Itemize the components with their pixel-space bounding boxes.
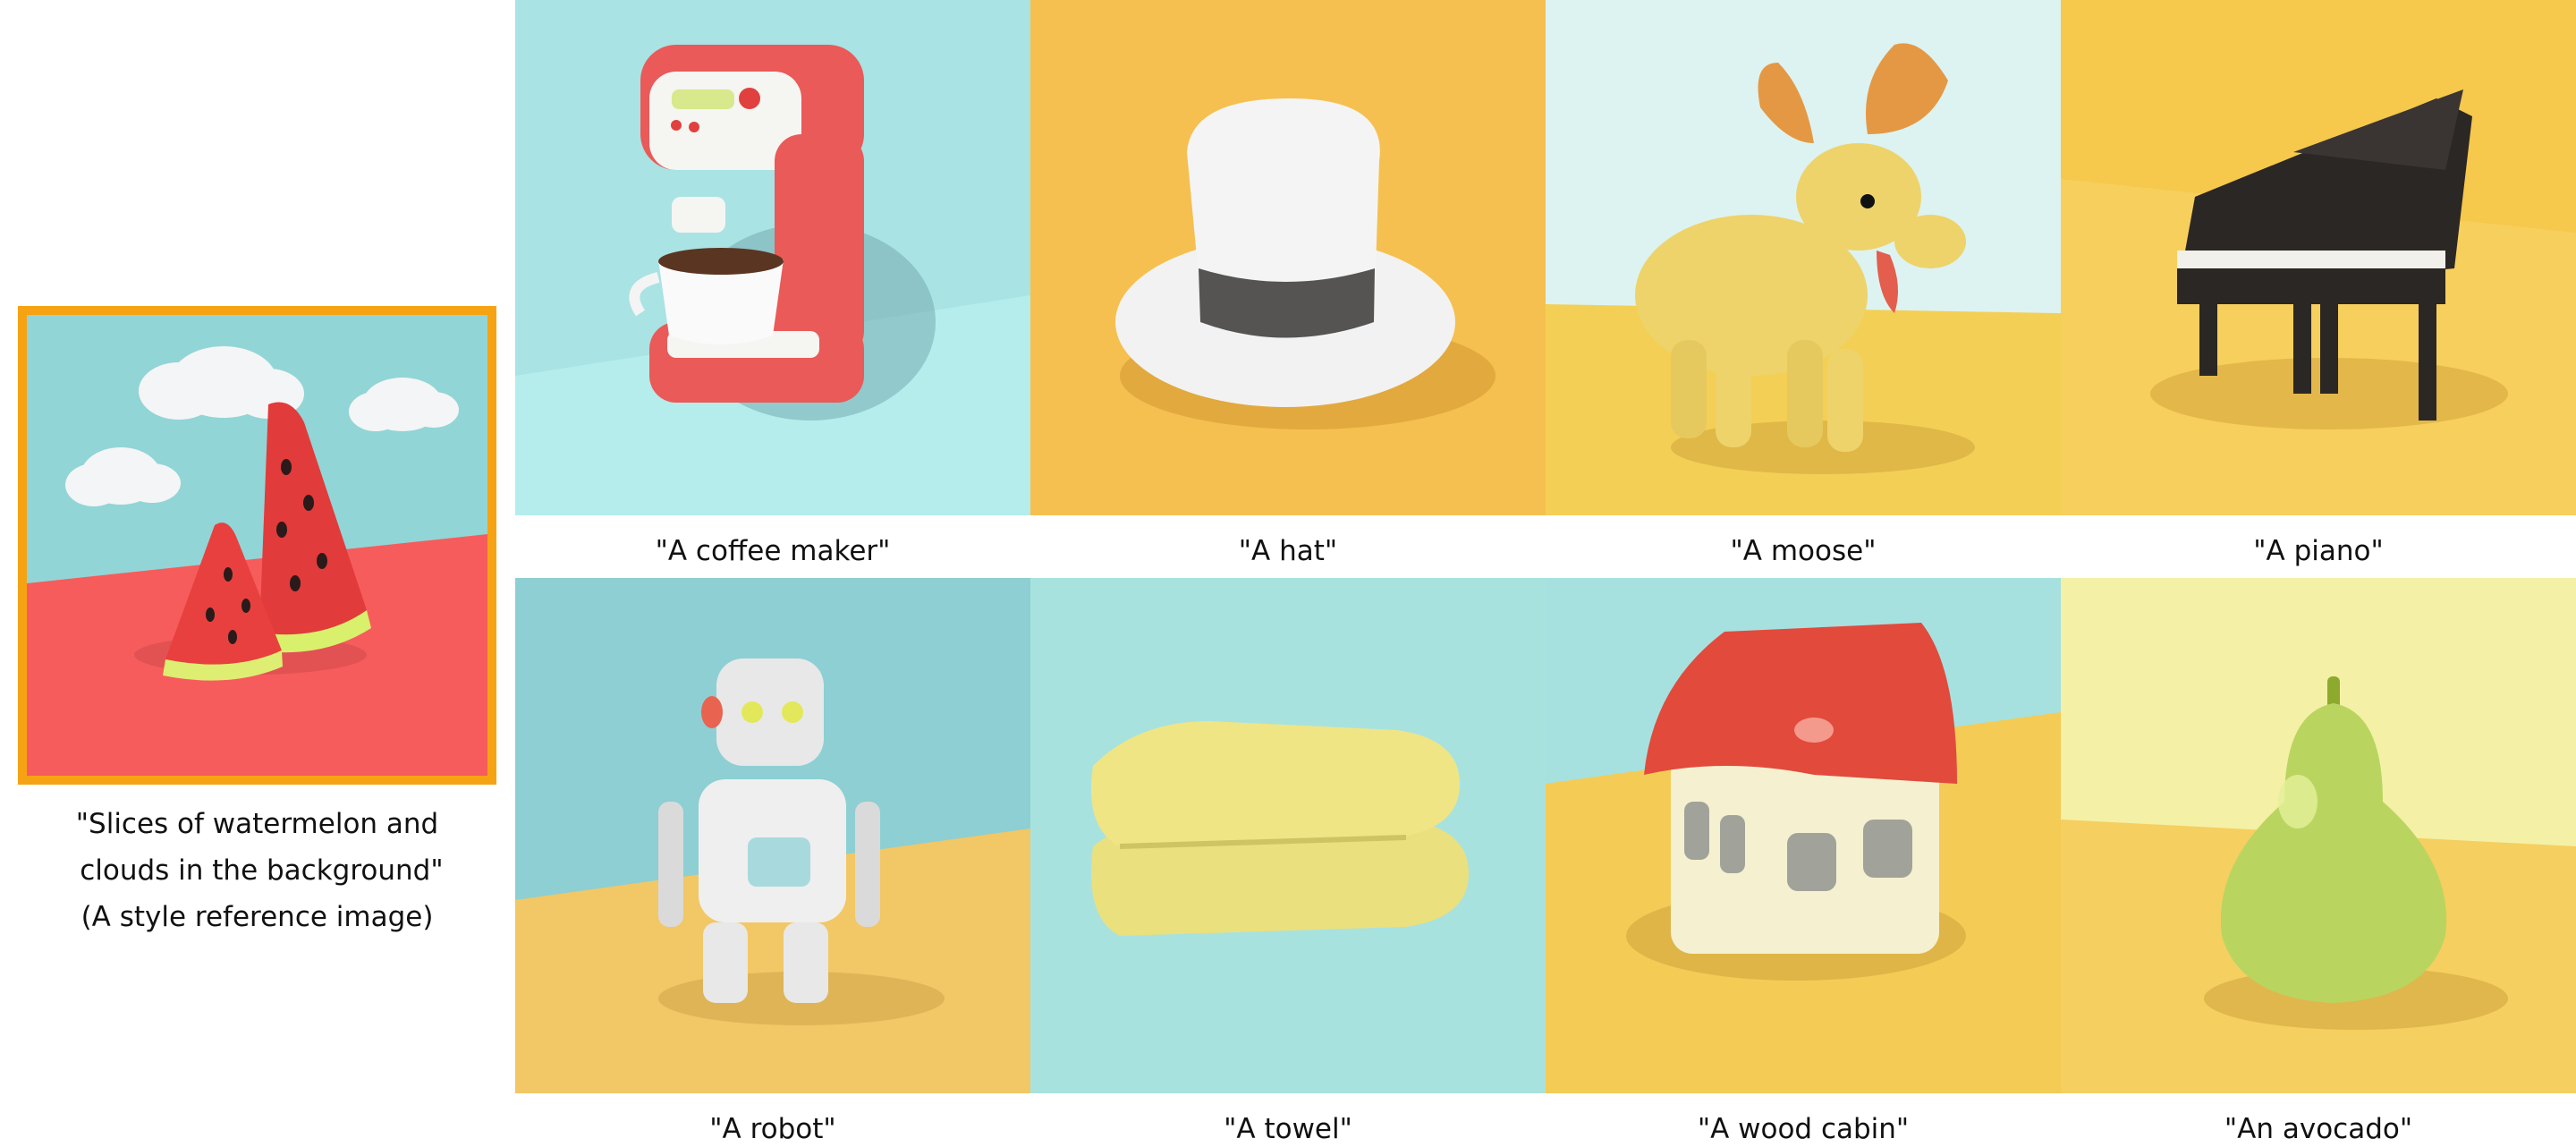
style-reference-image xyxy=(18,306,496,785)
tile-piano xyxy=(2061,0,2576,515)
caption-coffee-maker: "A coffee maker" xyxy=(655,535,891,567)
caption-robot: "A robot" xyxy=(709,1113,836,1145)
tile-moose xyxy=(1546,0,2061,515)
tile-wood-cabin xyxy=(1546,578,2061,1093)
caption-avocado: "An avocado" xyxy=(2224,1113,2413,1145)
tile-hat xyxy=(1030,0,1546,515)
caption-towel: "A towel" xyxy=(1224,1113,1352,1145)
caption-moose: "A moose" xyxy=(1730,535,1877,567)
tile-coffee-maker xyxy=(515,0,1030,515)
style-reference-caption: "Slices of watermelon and clouds in the … xyxy=(0,801,514,940)
tile-towel xyxy=(1030,578,1546,1093)
caption-hat: "A hat" xyxy=(1238,535,1338,567)
towel-icon xyxy=(1091,721,1469,936)
caption-piano: "A piano" xyxy=(2253,535,2384,567)
tile-avocado xyxy=(2061,578,2576,1093)
caption-line: "Slices of watermelon and xyxy=(75,808,439,840)
tile-robot xyxy=(515,578,1030,1093)
watermelon-clouds-illustration xyxy=(27,315,487,776)
caption-line: (A style reference image) xyxy=(80,901,434,933)
caption-line: clouds in the background" xyxy=(71,854,444,887)
cabin-icon xyxy=(1644,623,1957,954)
caption-wood-cabin: "A wood cabin" xyxy=(1697,1113,1910,1145)
